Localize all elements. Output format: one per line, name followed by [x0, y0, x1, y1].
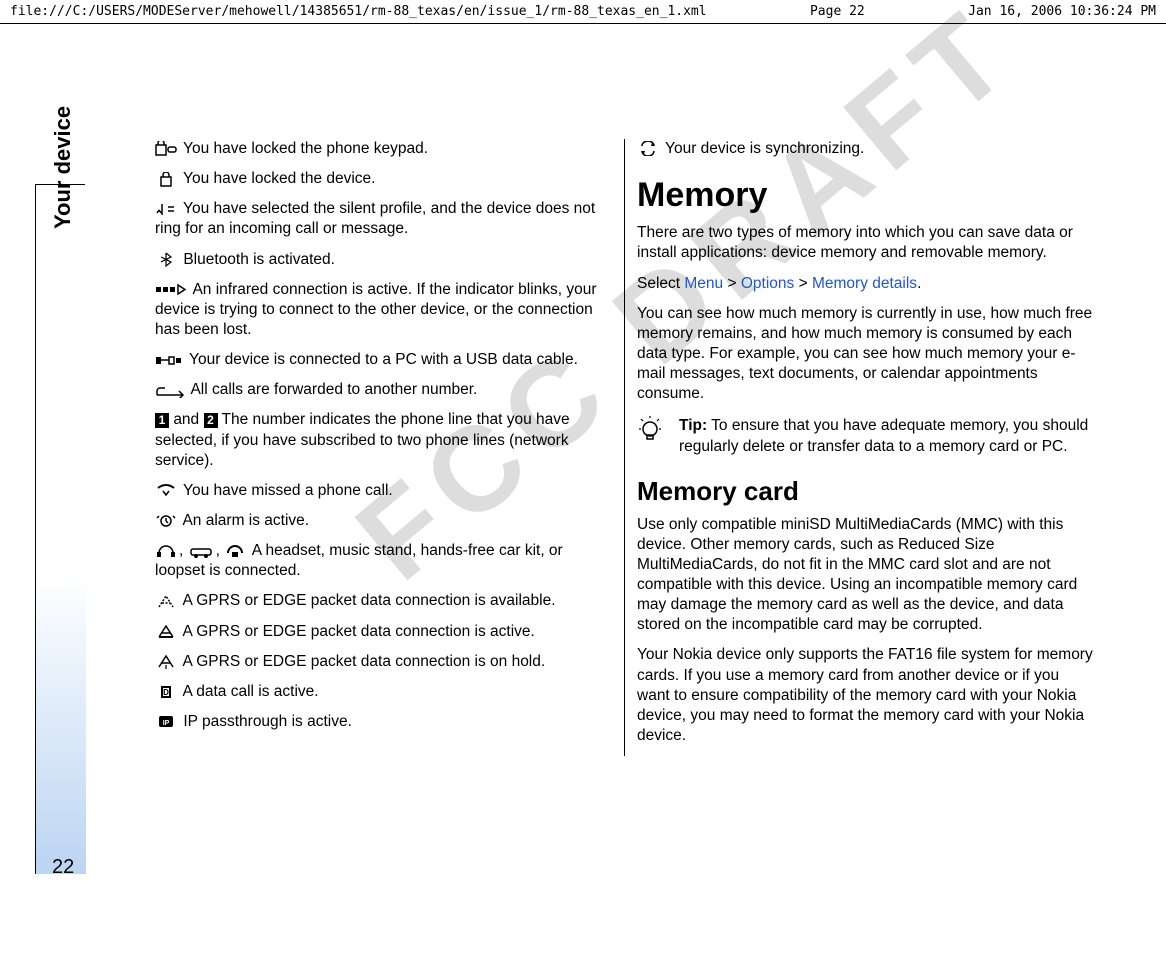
svg-text:IP: IP: [163, 720, 170, 727]
carkit-icon: [188, 544, 214, 559]
status-text: An infrared connection is active. If the…: [155, 281, 597, 338]
status-item: An infrared connection is active. If the…: [155, 280, 612, 340]
status-text: A data call is active.: [182, 683, 318, 700]
status-item: You have missed a phone call.: [155, 481, 612, 501]
status-item: All calls are forwarded to another numbe…: [155, 380, 612, 400]
memory-card-para1: Use only compatible miniSD MultiMediaCar…: [637, 515, 1095, 636]
sync-icon: [637, 141, 659, 156]
gt: >: [799, 275, 808, 292]
line-1-icon: 1: [155, 413, 169, 428]
status-item: IP IP passthrough is active.: [155, 712, 612, 732]
infrared-icon: [155, 282, 187, 297]
tip-label: Tip:: [679, 417, 707, 434]
timestamp: Jan 16, 2006 10:36:24 PM: [968, 4, 1156, 19]
status-item: D A data call is active.: [155, 682, 612, 702]
status-text: You have locked the device.: [183, 170, 375, 187]
status-text: A GPRS or EDGE packet data connection is…: [182, 623, 534, 640]
sidebar-border: [35, 184, 85, 874]
status-item: Bluetooth is activated.: [155, 250, 612, 270]
status-text: The number indicates the phone line that…: [155, 411, 570, 468]
status-text: You have locked the phone keypad.: [183, 140, 428, 157]
status-text: Your device is connected to a PC with a …: [189, 351, 578, 368]
tip-block: Tip: To ensure that you have adequate me…: [637, 416, 1095, 456]
status-text: A GPRS or EDGE packet data connection is…: [182, 592, 555, 609]
header-bar: file:///C:/USERS/MODEServer/mehowell/143…: [0, 0, 1166, 24]
status-text: All calls are forwarded to another numbe…: [190, 381, 477, 398]
alarm-icon: [155, 513, 177, 528]
menu-link: Menu: [684, 275, 723, 292]
status-item: You have locked the device.: [155, 169, 612, 189]
status-item: A GPRS or EDGE packet data connection is…: [155, 591, 612, 611]
loopset-icon: [224, 544, 246, 559]
status-item: An alarm is active.: [155, 511, 612, 531]
options-link: Options: [741, 275, 794, 292]
usb-icon: [155, 353, 183, 368]
sidebar-label: Your device: [50, 106, 76, 229]
status-text: You have missed a phone call.: [183, 482, 393, 499]
status-text: A GPRS or EDGE packet data connection is…: [182, 653, 545, 670]
status-text: Your device is synchronizing.: [665, 140, 864, 157]
status-item: You have selected the silent profile, an…: [155, 199, 612, 239]
status-item: Your device is synchronizing.: [637, 139, 1095, 159]
status-item: You have locked the phone keypad.: [155, 139, 612, 159]
status-item: A GPRS or EDGE packet data connection is…: [155, 622, 612, 642]
status-item: Your device is connected to a PC with a …: [155, 350, 612, 370]
memory-card-para2: Your Nokia device only supports the FAT1…: [637, 645, 1095, 746]
status-item: , , A headset, music stand, hands-free c…: [155, 541, 612, 581]
gprs-avail-icon: [155, 594, 177, 609]
silent-icon: [155, 202, 177, 217]
memory-para2: You can see how much memory is currently…: [637, 304, 1095, 405]
tip-text: To ensure that you have adequate memory,…: [679, 417, 1088, 454]
keypad-lock-icon: [155, 141, 177, 156]
gprs-hold-icon: [155, 654, 177, 669]
forward-icon: [155, 383, 185, 398]
data-call-icon: D: [155, 684, 177, 699]
select-pre: Select: [637, 275, 684, 292]
memory-card-heading: Memory card: [637, 475, 1095, 509]
menu-path: Select Menu > Options > Memory details.: [637, 274, 1095, 294]
status-text: Bluetooth is activated.: [183, 251, 335, 268]
svg-text:D: D: [163, 688, 169, 697]
gprs-active-icon: [155, 624, 177, 639]
tip-icon: [637, 416, 663, 448]
device-lock-icon: [155, 172, 177, 187]
headset-icon: [155, 544, 177, 559]
missed-call-icon: [155, 483, 177, 498]
and-text: and: [173, 411, 199, 428]
page-number: 22: [52, 856, 74, 879]
page-indicator: Page 22: [810, 4, 865, 19]
memory-details-link: Memory details: [812, 275, 917, 292]
sidebar-gradient: [36, 574, 86, 874]
status-item: 1 and 2 The number indicates the phone l…: [155, 410, 612, 470]
status-text: An alarm is active.: [182, 512, 309, 529]
gt: >: [727, 275, 736, 292]
tip-text-block: Tip: To ensure that you have adequate me…: [679, 416, 1095, 456]
period: .: [917, 275, 921, 292]
line-2-icon: 2: [204, 413, 218, 428]
memory-heading: Memory: [637, 173, 1095, 217]
right-column: Your device is synchronizing. Memory The…: [625, 139, 1095, 756]
status-text: A headset, music stand, hands-free car k…: [155, 542, 563, 579]
ip-icon: IP: [155, 714, 177, 729]
file-path: file:///C:/USERS/MODEServer/mehowell/143…: [10, 4, 707, 19]
status-text: IP passthrough is active.: [183, 713, 352, 730]
status-text: You have selected the silent profile, an…: [155, 200, 595, 237]
bluetooth-icon: [155, 252, 177, 267]
left-column: You have locked the phone keypad. You ha…: [155, 139, 625, 756]
memory-para: There are two types of memory into which…: [637, 223, 1095, 263]
status-item: A GPRS or EDGE packet data connection is…: [155, 652, 612, 672]
